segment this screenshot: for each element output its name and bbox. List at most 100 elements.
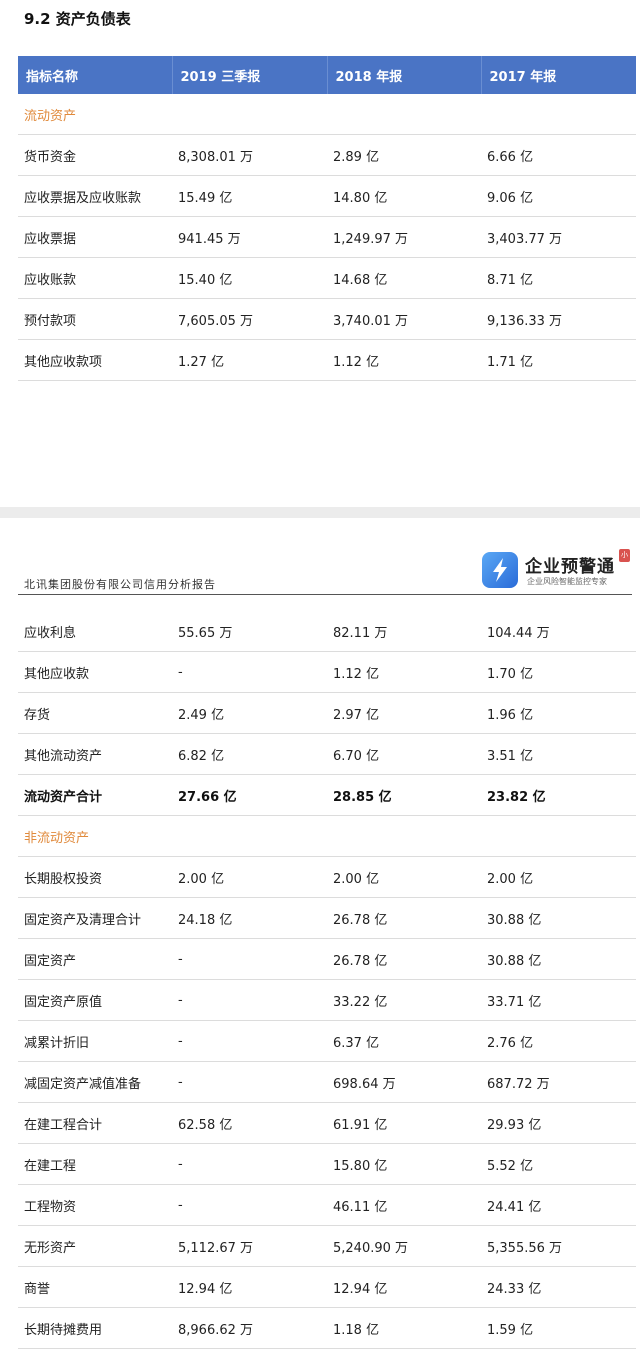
value-cell: 33.71 亿 xyxy=(481,979,636,1021)
value-cell xyxy=(481,94,636,135)
value-cell: 941.45 万 xyxy=(172,216,327,258)
value-cell: 12.94 亿 xyxy=(172,1266,327,1308)
table-row: 存货 2.49 亿 2.97 亿 1.96 亿 xyxy=(18,692,636,734)
column-header: 2018 年报 xyxy=(327,56,482,94)
value-cell: 82.11 万 xyxy=(327,611,481,652)
row-label: 在建工程合计 xyxy=(18,1102,172,1144)
value-cell: 1.12 亿 xyxy=(327,651,481,693)
brand-name: 企业预警通 xyxy=(525,557,615,577)
value-cell: 687.72 万 xyxy=(481,1061,636,1103)
value-cell: 5.52 亿 xyxy=(481,1143,636,1185)
table-row: 工程物资 -46.11 亿 24.41 亿 xyxy=(18,1184,636,1226)
row-label: 预付款项 xyxy=(18,298,172,340)
value-cell xyxy=(172,94,327,135)
value-cell: 33.22 亿 xyxy=(327,979,481,1021)
row-label: 存货 xyxy=(18,692,172,734)
row-label: 流动资产合计 xyxy=(18,774,172,816)
table-row: 其他流动资产 6.82 亿 6.70 亿 3.51 亿 xyxy=(18,733,636,775)
table-header-row: 指标名称 2019 三季报 2018 年报 2017 年报 xyxy=(18,56,636,94)
value-cell: 2.00 亿 xyxy=(327,856,481,898)
value-cell: 2.76 亿 xyxy=(481,1020,636,1062)
table-row: 商誉 12.94 亿 12.94 亿 24.33 亿 xyxy=(18,1266,636,1308)
value-cell: 6.66 亿 xyxy=(481,134,636,176)
value-cell: 62.58 亿 xyxy=(172,1102,327,1144)
value-cell: 6.82 亿 xyxy=(172,733,327,775)
value-cell: 24.33 亿 xyxy=(481,1266,636,1308)
section-category-row: 流动资产 xyxy=(18,94,636,135)
table-row: 应收账款 15.40 亿 14.68 亿 8.71 亿 xyxy=(18,257,636,299)
value-cell: 2.00 亿 xyxy=(481,856,636,898)
value-cell: 1,249.97 万 xyxy=(327,216,481,258)
value-cell: 1.71 亿 xyxy=(481,339,636,381)
value-cell: 46.11 亿 xyxy=(327,1184,481,1226)
value-cell xyxy=(327,815,481,857)
table-row: 固定资产 -26.78 亿 30.88 亿 xyxy=(18,938,636,980)
page-divider xyxy=(0,507,640,518)
value-cell: 26.78 亿 xyxy=(327,938,481,980)
value-cell: 1.27 亿 xyxy=(172,339,327,381)
table-row: 应收票据 941.45 万 1,249.97 万 3,403.77 万 xyxy=(18,216,636,258)
value-cell: 30.88 亿 xyxy=(481,938,636,980)
value-cell: 104.44 万 xyxy=(481,611,636,652)
value-cell: 28.85 亿 xyxy=(327,774,481,816)
table-row: 应收票据及应收账款 15.49 亿 14.80 亿 9.06 亿 xyxy=(18,175,636,217)
value-cell: 61.91 亿 xyxy=(327,1102,481,1144)
value-cell: - xyxy=(172,651,327,693)
value-cell: 24.18 亿 xyxy=(172,897,327,939)
section-category-row: 非流动资产 xyxy=(18,815,636,857)
value-cell: 3.51 亿 xyxy=(481,733,636,775)
table-row: 货币资金 8,308.01 万 2.89 亿 6.66 亿 xyxy=(18,134,636,176)
value-cell: 14.80 亿 xyxy=(327,175,481,217)
value-cell: 2.97 亿 xyxy=(327,692,481,734)
value-cell: 5,240.90 万 xyxy=(327,1225,481,1267)
balance-sheet-table-part-2: 应收利息 55.65 万 82.11 万 104.44 万其他应收款 -1.12 亿 1.… xyxy=(18,611,636,1349)
brand-stamp: 小 xyxy=(619,549,630,562)
table-row: 其他应收款 -1.12 亿 1.70 亿 xyxy=(18,651,636,693)
value-cell: 3,403.77 万 xyxy=(481,216,636,258)
balance-sheet-table-part-1: 指标名称 2019 三季报 2018 年报 2017 年报 流动资产 货币资金 8,… xyxy=(18,56,636,381)
value-cell xyxy=(327,94,481,135)
value-cell: - xyxy=(172,1143,327,1185)
row-label: 工程物资 xyxy=(18,1184,172,1226)
row-label: 减累计折旧 xyxy=(18,1020,172,1062)
row-label: 商誉 xyxy=(18,1266,172,1308)
table-row: 其他应收款项 1.27 亿 1.12 亿 1.71 亿 xyxy=(18,339,636,381)
value-cell: 2.49 亿 xyxy=(172,692,327,734)
value-cell: 1.59 亿 xyxy=(481,1307,636,1349)
table-row: 减累计折旧 -6.37 亿 2.76 亿 xyxy=(18,1020,636,1062)
value-cell: 55.65 万 xyxy=(172,611,327,652)
value-cell: 15.49 亿 xyxy=(172,175,327,217)
value-cell: 698.64 万 xyxy=(327,1061,481,1103)
row-label: 无形资产 xyxy=(18,1225,172,1267)
row-label: 长期股权投资 xyxy=(18,856,172,898)
value-cell: 9,136.33 万 xyxy=(481,298,636,340)
table-row: 在建工程 -15.80 亿 5.52 亿 xyxy=(18,1143,636,1185)
value-cell: 2.89 亿 xyxy=(327,134,481,176)
value-cell: - xyxy=(172,938,327,980)
row-label: 固定资产原值 xyxy=(18,979,172,1021)
value-cell: 8,308.01 万 xyxy=(172,134,327,176)
lightning-bolt-icon xyxy=(493,558,507,582)
row-label: 流动资产 xyxy=(18,94,172,135)
table-row: 应收利息 55.65 万 82.11 万 104.44 万 xyxy=(18,611,636,652)
value-cell: 29.93 亿 xyxy=(481,1102,636,1144)
subtotal-row: 流动资产合计 27.66 亿 28.85 亿 23.82 亿 xyxy=(18,774,636,816)
brand-logo xyxy=(482,552,518,588)
value-cell: - xyxy=(172,1020,327,1062)
value-cell: - xyxy=(172,1184,327,1226)
row-label: 固定资产 xyxy=(18,938,172,980)
value-cell: 5,355.56 万 xyxy=(481,1225,636,1267)
brand-tagline: 企业风险智能监控专家 xyxy=(527,577,607,586)
table-row: 固定资产及清理合计 24.18 亿 26.78 亿 30.88 亿 xyxy=(18,897,636,939)
row-label: 在建工程 xyxy=(18,1143,172,1185)
row-label: 货币资金 xyxy=(18,134,172,176)
value-cell: 1.12 亿 xyxy=(327,339,481,381)
value-cell: 9.06 亿 xyxy=(481,175,636,217)
value-cell: - xyxy=(172,1061,327,1103)
value-cell xyxy=(172,815,327,857)
value-cell: 1.18 亿 xyxy=(327,1307,481,1349)
value-cell: 6.37 亿 xyxy=(327,1020,481,1062)
table-row: 减固定资产减值准备 -698.64 万 687.72 万 xyxy=(18,1061,636,1103)
table-row: 预付款项 7,605.05 万 3,740.01 万 9,136.33 万 xyxy=(18,298,636,340)
value-cell: 8,966.62 万 xyxy=(172,1307,327,1349)
